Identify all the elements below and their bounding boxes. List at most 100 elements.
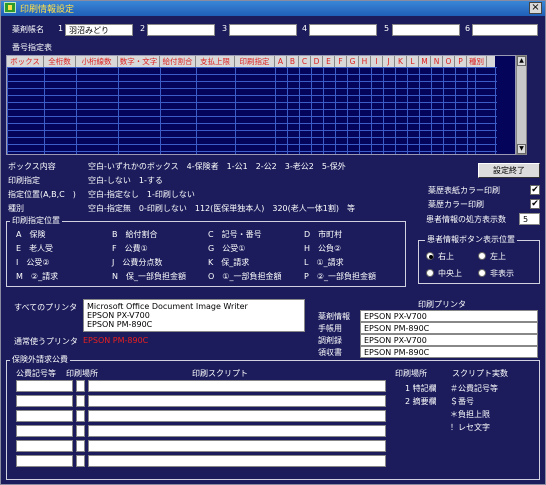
- cover-color-print-checkbox[interactable]: ✔: [530, 185, 540, 195]
- field-num-3: 3: [222, 24, 228, 33]
- claims-script-input[interactable]: [88, 380, 386, 392]
- claims-code-input[interactable]: [16, 425, 73, 437]
- claims-code-input[interactable]: [16, 410, 73, 422]
- col-line: [196, 67, 197, 154]
- col-line: [371, 67, 372, 154]
- position-item: N 保_一部負担金額: [112, 272, 186, 281]
- herb-book-field-1[interactable]: 羽沼みどり: [65, 24, 133, 36]
- col-header[interactable]: 印刷指定: [235, 56, 275, 67]
- col-header[interactable]: H: [359, 56, 371, 67]
- col-header[interactable]: 給付割合: [160, 56, 196, 67]
- claims-place-legend: 1 特記欄: [405, 384, 437, 393]
- scroll-up-icon[interactable]: ▲: [517, 56, 526, 66]
- radio-top-right[interactable]: [426, 252, 434, 260]
- legend-text-type: 空白-指定無 0-印刷しない 112(医保単独本人) 320(老人一体1割) 等: [88, 204, 355, 213]
- col-header[interactable]: 全桁数: [44, 56, 76, 67]
- claims-place-input[interactable]: [76, 380, 85, 392]
- col-header[interactable]: A: [275, 56, 287, 67]
- assign-receipt-field[interactable]: EPSON PM-890C: [360, 346, 538, 358]
- assign-notebook-field[interactable]: EPSON PM-890C: [360, 322, 538, 334]
- herb-book-field-6[interactable]: [472, 24, 538, 36]
- claims-title: 保険外請求公費: [10, 354, 70, 365]
- col-header[interactable]: 種別: [467, 56, 487, 67]
- col-header[interactable]: B: [287, 56, 299, 67]
- legend-text-box: 空白-いずれかのボックス 4-保険者 1-公1 2-公2 3-老公2 5-保外: [88, 162, 346, 171]
- printer-item[interactable]: Microsoft Office Document Image Writer: [87, 302, 301, 311]
- claims-script-input[interactable]: [88, 395, 386, 407]
- col-line: [395, 67, 396, 154]
- col-header[interactable]: 数字・文字: [118, 56, 160, 67]
- herb-book-field-2[interactable]: [147, 24, 215, 36]
- claims-code-input[interactable]: [16, 395, 73, 407]
- assign-label-notebook: 手帳用: [318, 324, 342, 333]
- rx-count-input[interactable]: 5: [519, 213, 540, 225]
- claims-place-input[interactable]: [76, 395, 85, 407]
- col-header[interactable]: M: [419, 56, 431, 67]
- herb-book-field-5[interactable]: [392, 24, 460, 36]
- legend-text-position: 空白-指定なし 1-印刷しない: [88, 190, 195, 199]
- radio-top-center-label: 中央上: [438, 269, 462, 278]
- col-header[interactable]: L: [407, 56, 419, 67]
- col-header[interactable]: C: [299, 56, 311, 67]
- claims-script-legend: ＃公費記号等: [450, 384, 498, 393]
- printer-item[interactable]: EPSON PX-V700: [87, 311, 301, 320]
- legend-label-position: 指定位置(A,B,C ): [8, 190, 76, 199]
- claims-code-input[interactable]: [16, 380, 73, 392]
- herb-book-field-3[interactable]: [229, 24, 297, 36]
- assign-dispense-field[interactable]: EPSON PX-V700: [360, 334, 538, 346]
- col-header[interactable]: N: [431, 56, 443, 67]
- col-header[interactable]: P: [455, 56, 467, 67]
- claims-place-input[interactable]: [76, 410, 85, 422]
- legend-label-print: 印刷指定: [8, 176, 40, 185]
- scroll-down-icon[interactable]: ▼: [517, 144, 526, 154]
- col-header[interactable]: 小桁線数: [76, 56, 118, 67]
- claims-script-legend: ＄番号: [450, 397, 474, 406]
- col-line: [383, 67, 384, 154]
- printer-item[interactable]: EPSON PM-890C: [87, 320, 301, 329]
- herb-book-field-4[interactable]: [309, 24, 377, 36]
- claims-place-input[interactable]: [76, 440, 85, 452]
- claims-code-input[interactable]: [16, 440, 73, 452]
- col-header[interactable]: F: [335, 56, 347, 67]
- number-table[interactable]: ボックス 全桁数 小桁線数 数字・文字 給付割合 支払上限 印刷指定 A B C…: [6, 55, 516, 155]
- claims-script-input[interactable]: [88, 455, 386, 467]
- col-line: [495, 67, 496, 154]
- col-header[interactable]: 支払上限: [196, 56, 235, 67]
- claims-code-input[interactable]: [16, 455, 73, 467]
- table-scrollbar[interactable]: ▲ ▼: [516, 55, 527, 155]
- done-button[interactable]: 設定終了: [478, 163, 540, 178]
- position-item: D 市町村: [304, 230, 343, 239]
- position-item: I 公受②: [16, 258, 50, 267]
- radio-hidden[interactable]: [478, 269, 486, 277]
- table-body[interactable]: [7, 67, 497, 154]
- all-printers-list[interactable]: Microsoft Office Document Image Writer E…: [83, 299, 305, 332]
- close-button[interactable]: ×: [529, 2, 542, 14]
- col-line: [359, 67, 360, 154]
- claims-script-input[interactable]: [88, 425, 386, 437]
- claims-place-input[interactable]: [76, 425, 85, 437]
- claims-place-input[interactable]: [76, 455, 85, 467]
- col-line: [287, 67, 288, 154]
- col-header[interactable]: E: [323, 56, 335, 67]
- assign-druginfo-field[interactable]: EPSON PX-V700: [360, 310, 538, 322]
- col-header[interactable]: K: [395, 56, 407, 67]
- color-print-label: 薬歴カラー印刷: [428, 200, 484, 209]
- radio-top-left[interactable]: [478, 252, 486, 260]
- col-header[interactable]: O: [443, 56, 455, 67]
- color-print-checkbox[interactable]: ✔: [530, 199, 540, 209]
- col-header[interactable]: J: [383, 56, 395, 67]
- claims-script-input[interactable]: [88, 410, 386, 422]
- claims-col-place: 印刷場所: [66, 369, 98, 378]
- col-header[interactable]: G: [347, 56, 359, 67]
- all-printers-label: すべてのプリンタ: [14, 303, 78, 312]
- claims-place-legend: 2 摘要欄: [405, 397, 437, 406]
- claims-place-legend-title: 印刷場所: [395, 369, 427, 378]
- col-header[interactable]: D: [311, 56, 323, 67]
- claims-script-input[interactable]: [88, 440, 386, 452]
- default-printer-value: EPSON PM-890C: [83, 336, 149, 345]
- position-item: B 給付割合: [112, 230, 158, 239]
- col-header[interactable]: I: [371, 56, 383, 67]
- radio-top-center[interactable]: [426, 269, 434, 277]
- assign-label-dispense: 調剤録: [318, 336, 342, 345]
- col-header[interactable]: ボックス: [7, 56, 44, 67]
